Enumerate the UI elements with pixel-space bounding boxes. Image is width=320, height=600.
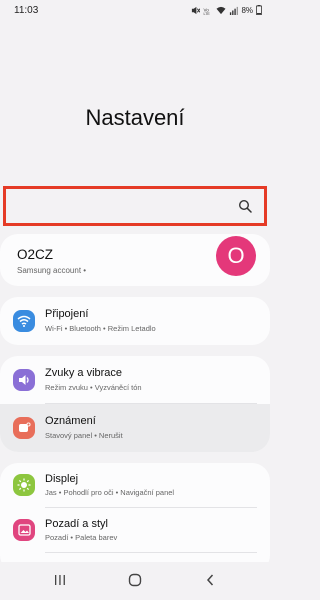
- settings-item-sounds[interactable]: Zvuky a vibrace Režim zvuku • Vyzváněcí …: [0, 356, 270, 404]
- avatar[interactable]: O: [216, 236, 256, 276]
- settings-item-title: Zvuky a vibrace: [45, 367, 123, 379]
- settings-item-wallpaper[interactable]: Pozadí a styl Pozadí • Paleta barev: [0, 508, 270, 556]
- back-icon[interactable]: [198, 570, 222, 590]
- search-field[interactable]: [3, 186, 267, 226]
- settings-item-subtitle: Pozadí • Paleta barev: [45, 533, 118, 542]
- wallpaper-icon: [13, 519, 35, 541]
- recent-apps-icon[interactable]: [48, 570, 72, 590]
- mute-icon: [192, 6, 201, 14]
- settings-item-connections[interactable]: Připojení Wi-Fi • Bluetooth • Režim Leta…: [0, 297, 270, 345]
- settings-item-display[interactable]: Displej Jas • Pohodlí pro oči • Navigačn…: [0, 463, 270, 511]
- divider: [45, 552, 257, 553]
- battery-percent: 8%: [241, 5, 253, 15]
- account-subtitle: Samsung account •: [17, 266, 87, 275]
- volume-icon: [13, 369, 35, 391]
- settings-group-sound: Zvuky a vibrace Režim zvuku • Vyzváněcí …: [0, 356, 270, 452]
- settings-item-subtitle: Jas • Pohodlí pro oči • Navigační panel: [45, 488, 175, 497]
- cell-signal-icon: [230, 6, 239, 15]
- settings-item-title: Připojení: [45, 308, 89, 320]
- settings-item-title: Oznámení: [45, 415, 96, 427]
- settings-group-display: Displej Jas • Pohodlí pro oči • Navigačn…: [0, 463, 270, 573]
- search-icon[interactable]: [238, 199, 252, 213]
- settings-item-subtitle: Wi-Fi • Bluetooth • Režim Letadlo: [45, 324, 156, 333]
- battery-icon: [256, 5, 262, 15]
- home-icon[interactable]: [123, 570, 147, 590]
- status-bar: 11:03 Vo LTE 8%: [0, 0, 270, 22]
- settings-item-title: Pozadí a styl: [45, 518, 108, 530]
- settings-item-title: Displej: [45, 473, 79, 485]
- account-name: O2CZ: [17, 247, 54, 262]
- svg-text:LTE: LTE: [204, 12, 211, 15]
- navigation-bar: [0, 562, 270, 600]
- status-icons: Vo LTE 8%: [191, 5, 262, 15]
- settings-item-subtitle: Režim zvuku • Vyzváněcí tón: [45, 383, 142, 392]
- page-title: Nastavení: [85, 105, 185, 130]
- account-card[interactable]: O2CZ Samsung account • O: [0, 234, 270, 286]
- notification-icon: [13, 417, 35, 439]
- wifi-icon: [13, 310, 35, 332]
- settings-item-notifications[interactable]: Oznámení Stavový panel • Nerušit: [0, 404, 270, 452]
- status-time: 11:03: [14, 5, 39, 16]
- volte-icon: Vo LTE: [204, 7, 211, 15]
- brightness-icon: [13, 474, 35, 496]
- wifi-signal-icon: [216, 6, 226, 14]
- settings-item-subtitle: Stavový panel • Nerušit: [45, 431, 123, 440]
- settings-group-connections: Připojení Wi-Fi • Bluetooth • Režim Leta…: [0, 297, 270, 345]
